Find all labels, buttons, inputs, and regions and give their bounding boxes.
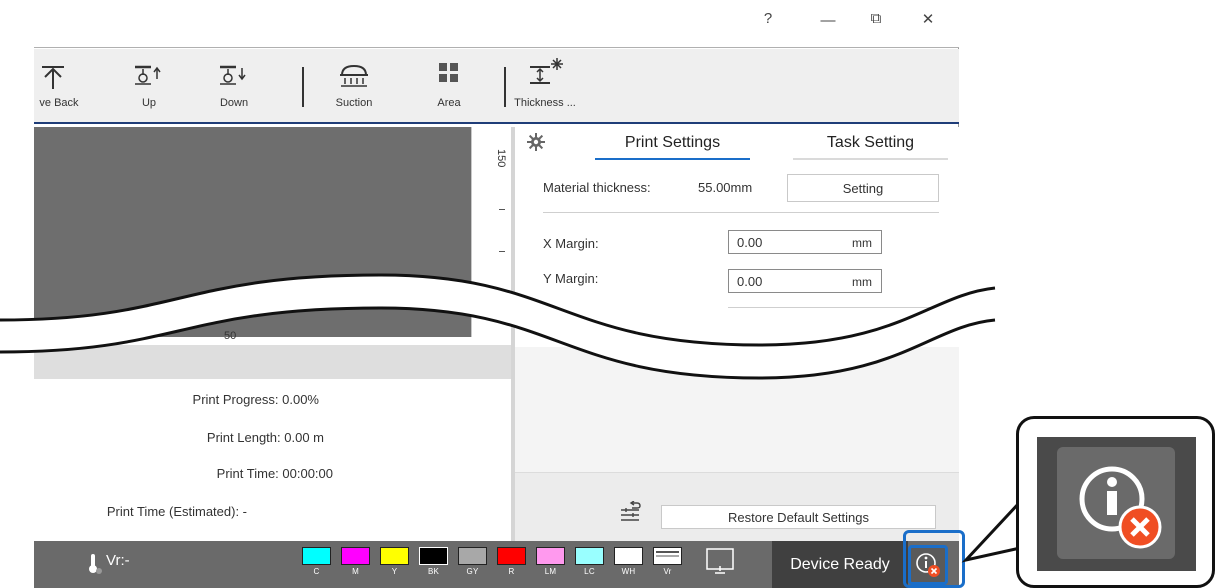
- ink-label: C: [313, 567, 320, 576]
- vr-status: Vr:-: [106, 552, 130, 569]
- area-label: Area: [437, 97, 461, 109]
- down-label: Down: [219, 97, 249, 109]
- ink-m: M: [341, 547, 370, 576]
- x-margin-value: 0.00: [737, 235, 763, 250]
- ink-y: Y: [380, 547, 409, 576]
- ink-swatch: [614, 547, 643, 565]
- device-status: Device Ready: [772, 541, 908, 588]
- minimize-button[interactable]: —: [816, 12, 840, 29]
- app-screen: ? — ⧉ ✕ ve Back Up Down Suction Area Thi…: [0, 0, 1215, 588]
- waste-ink-tank: [704, 547, 734, 582]
- ink-label: BK: [427, 567, 440, 576]
- ink-label: WH: [621, 567, 636, 576]
- print-length: Print Length: 0.00 m: [206, 430, 324, 445]
- material-thickness-value: 55.00mm: [698, 180, 753, 195]
- ruler-v-label: 150: [495, 149, 507, 168]
- area-icon: [429, 55, 469, 93]
- material-thickness-label: Material thickness:: [543, 180, 651, 195]
- ink-swatch: [302, 547, 331, 565]
- print-progress: Print Progress: 0.00%: [192, 392, 319, 407]
- close-button[interactable]: ✕: [916, 10, 940, 28]
- thermometer-icon: [88, 553, 102, 580]
- ink-label: M: [352, 567, 359, 576]
- info-button-highlight: [903, 530, 965, 588]
- up-label: Up: [141, 97, 157, 109]
- ink-swatch: [536, 547, 565, 565]
- suction-label: Suction: [335, 97, 373, 109]
- toolbar-separator: [504, 67, 506, 107]
- ink-swatch: [497, 547, 526, 565]
- setting-button[interactable]: Setting: [787, 174, 939, 202]
- area-button[interactable]: Area: [429, 55, 469, 109]
- move-back-icon: [34, 55, 84, 93]
- up-button[interactable]: Up: [129, 55, 169, 109]
- tab-active-indicator: [595, 158, 750, 160]
- panel-footer: Restore Default Settings: [515, 472, 959, 541]
- x-margin-field[interactable]: 0.00 mm: [728, 230, 882, 254]
- ruler-tick: [499, 251, 505, 252]
- ink-r: R: [497, 547, 526, 576]
- tab-print-settings[interactable]: Print Settings: [595, 134, 750, 152]
- gear-icon[interactable]: [527, 133, 545, 151]
- print-time: Print Time: 00:00:00: [216, 466, 333, 481]
- suction-icon: [329, 55, 379, 93]
- suction-button[interactable]: Suction: [329, 55, 379, 109]
- x-margin-unit: mm: [852, 236, 872, 250]
- ink-swatch: [653, 547, 682, 565]
- move-back-button[interactable]: ve Back: [34, 55, 84, 109]
- ink-label: LM: [544, 567, 557, 576]
- help-button[interactable]: ?: [756, 10, 780, 27]
- ink-label: GY: [466, 567, 479, 576]
- ink-label: LC: [584, 567, 595, 576]
- thickness-label: Thickness ...: [514, 97, 576, 109]
- ink-c: C: [302, 547, 331, 576]
- title-bar: ? — ⧉ ✕: [34, 0, 959, 48]
- thickness-icon: [512, 55, 578, 93]
- form-divider: [543, 212, 939, 213]
- ink-swatch: [341, 547, 370, 565]
- toolbar: ve Back Up Down Suction Area Thickness .…: [34, 49, 959, 124]
- ink-label: Y: [391, 567, 398, 576]
- ink-swatch: [575, 547, 604, 565]
- ink-gy: GY: [458, 547, 487, 576]
- restore-icon: [619, 500, 641, 528]
- tab-inactive-indicator: [793, 158, 948, 160]
- down-icon: [214, 55, 254, 93]
- status-bar: Vr:- C M Y BK GY R LM LC WH Vr Device Re…: [34, 541, 959, 588]
- down-button[interactable]: Down: [214, 55, 254, 109]
- restore-button[interactable]: ⧉: [864, 10, 888, 27]
- ink-lm: LM: [536, 547, 565, 576]
- ink-swatch: [419, 547, 448, 565]
- thickness-button[interactable]: Thickness ...: [512, 55, 578, 109]
- ink-wh: WH: [614, 547, 643, 576]
- info-error-icon-zoomed: [1079, 466, 1162, 549]
- move-back-label: ve Back: [39, 97, 79, 109]
- ink-label: R: [508, 567, 515, 576]
- ink-swatch: [380, 547, 409, 565]
- callout-background: [1037, 437, 1196, 571]
- zoom-callout: [1016, 416, 1215, 588]
- ruler-tick: [499, 209, 505, 210]
- ink-vr: Vr: [653, 547, 682, 576]
- ink-lc: LC: [575, 547, 604, 576]
- waste-tank-icon: [706, 548, 734, 574]
- print-info: Print Progress: 0.00% Print Length: 0.00…: [34, 380, 511, 541]
- x-margin-label: X Margin:: [543, 236, 599, 251]
- callout-info-button: [1057, 447, 1175, 559]
- ink-swatch: [458, 547, 487, 565]
- print-time-estimated: Print Time (Estimated): -: [106, 504, 247, 519]
- toolbar-separator: [302, 67, 304, 107]
- ink-bk: BK: [419, 547, 448, 576]
- ink-label: Vr: [663, 567, 672, 576]
- up-icon: [129, 55, 169, 93]
- tab-task-setting[interactable]: Task Setting: [793, 134, 948, 152]
- restore-default-settings-button[interactable]: Restore Default Settings: [661, 505, 936, 529]
- screen-break-overlay: [0, 273, 996, 380]
